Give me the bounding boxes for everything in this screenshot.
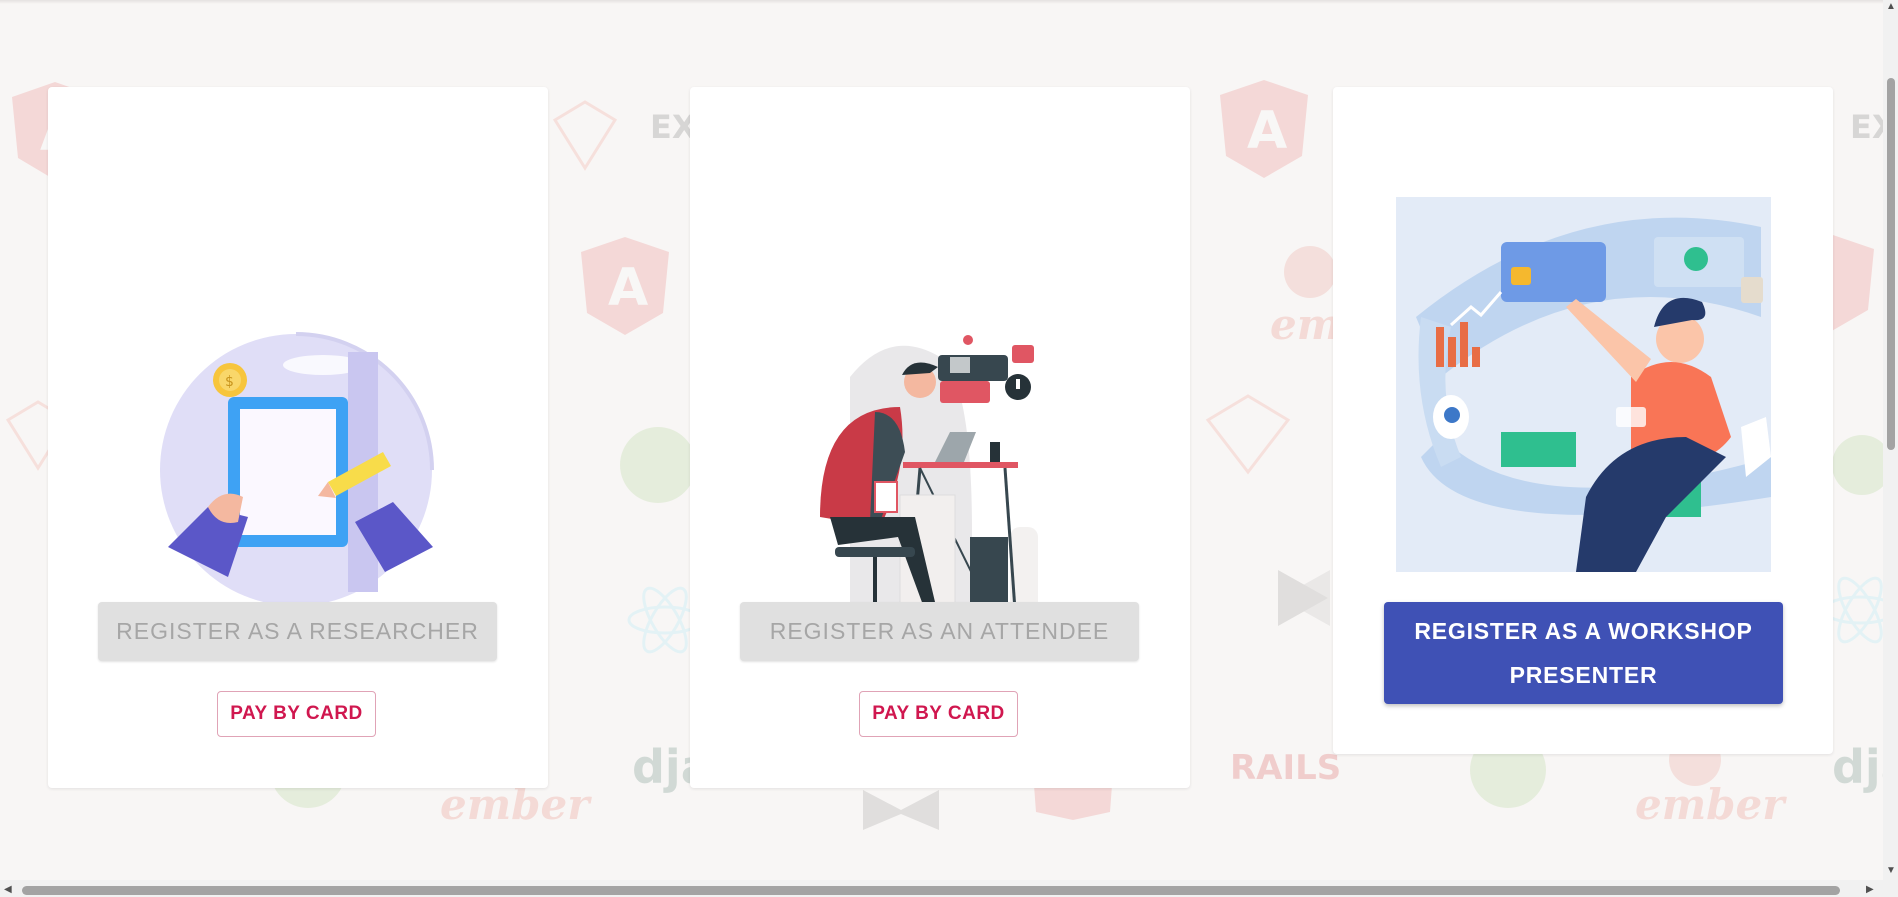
vertical-scrollbar-thumb[interactable] xyxy=(1887,78,1895,450)
svg-text:$: $ xyxy=(225,374,234,390)
researcher-pay-by-card-button[interactable]: PAY BY CARD xyxy=(217,691,376,737)
ember-word-3: ember xyxy=(1635,780,1785,829)
attendee-card: REGISTER AS AN ATTENDEE PAY BY CARD xyxy=(690,87,1190,788)
man-at-desk-with-laptop-illustration xyxy=(820,335,1075,617)
man-with-digital-payment-ring-illustration xyxy=(1396,197,1771,572)
horizontal-scrollbar-thumb[interactable] xyxy=(22,886,1840,895)
register-researcher-button[interactable]: REGISTER AS A RESEARCHER xyxy=(98,602,497,661)
scroll-up-arrow-icon[interactable]: ▲ xyxy=(1886,2,1896,12)
register-attendee-button[interactable]: REGISTER AS AN ATTENDEE xyxy=(740,602,1139,661)
svg-text:A: A xyxy=(608,258,648,318)
scroll-left-arrow-icon[interactable]: ◀ xyxy=(4,885,12,895)
researcher-card: $ REGISTER AS A RESEARCHER PAY BY CARD xyxy=(48,87,548,788)
woman-signing-document-illustration: $ xyxy=(160,332,434,606)
rails-word: RAILS xyxy=(1230,748,1342,788)
scroll-down-arrow-icon[interactable]: ▼ xyxy=(1886,866,1896,876)
workshop-presenter-card: REGISTER AS A WORKSHOP PRESENTER xyxy=(1333,87,1833,754)
scroll-right-arrow-icon[interactable]: ▶ xyxy=(1866,885,1874,895)
attendee-pay-by-card-button[interactable]: PAY BY CARD xyxy=(859,691,1018,737)
register-workshop-presenter-button[interactable]: REGISTER AS A WORKSHOP PRESENTER xyxy=(1384,602,1783,704)
svg-text:A: A xyxy=(1247,101,1287,161)
